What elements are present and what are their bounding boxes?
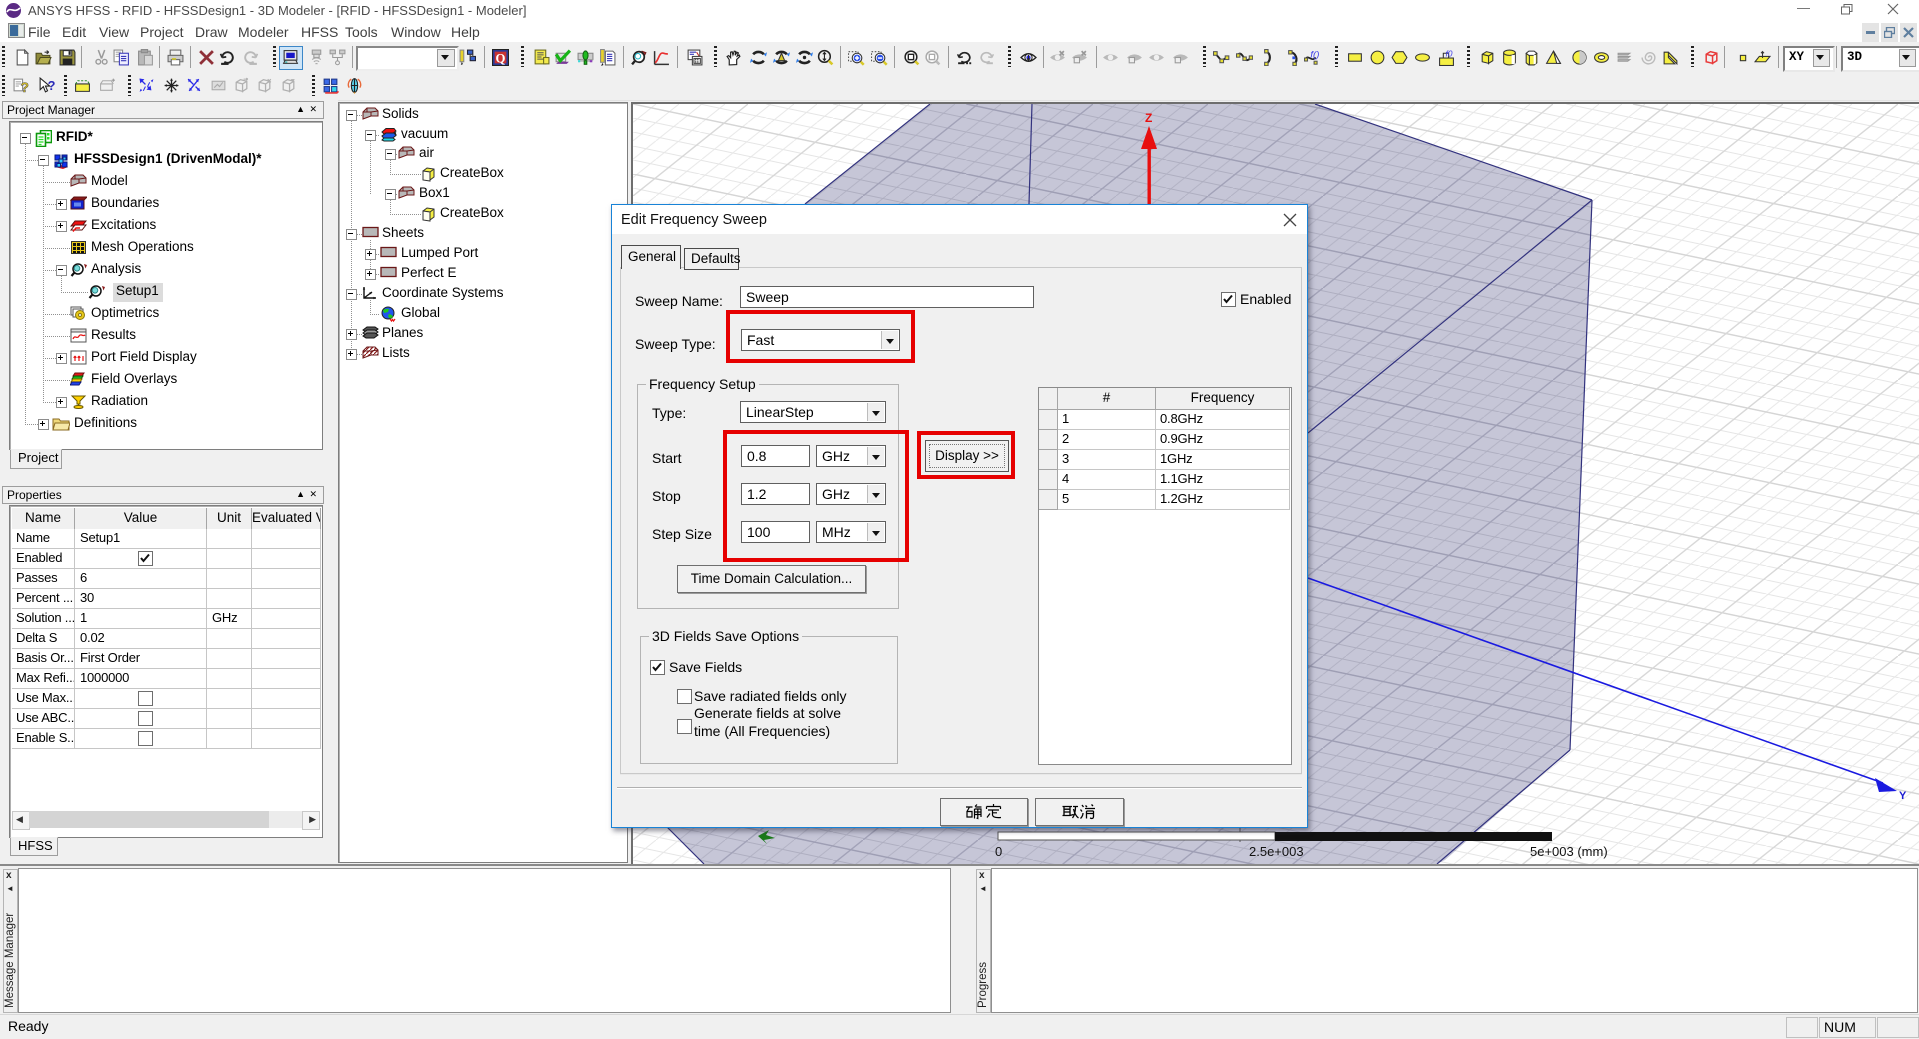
svg-text:Y: Y: [1899, 790, 1907, 802]
svg-text:0: 0: [995, 844, 1002, 859]
svg-text:f0: f0: [1445, 49, 1452, 58]
svg-text:Q: Q: [496, 51, 506, 65]
svg-text:5e+003 (mm): 5e+003 (mm): [1530, 844, 1608, 859]
svg-text:Z: Z: [1145, 111, 1152, 125]
svg-text:?: ?: [20, 79, 28, 94]
svg-text:?: ?: [48, 78, 55, 93]
svg-text:2.5e+003: 2.5e+003: [1249, 844, 1304, 859]
svg-text:f(): f(): [1310, 50, 1319, 61]
